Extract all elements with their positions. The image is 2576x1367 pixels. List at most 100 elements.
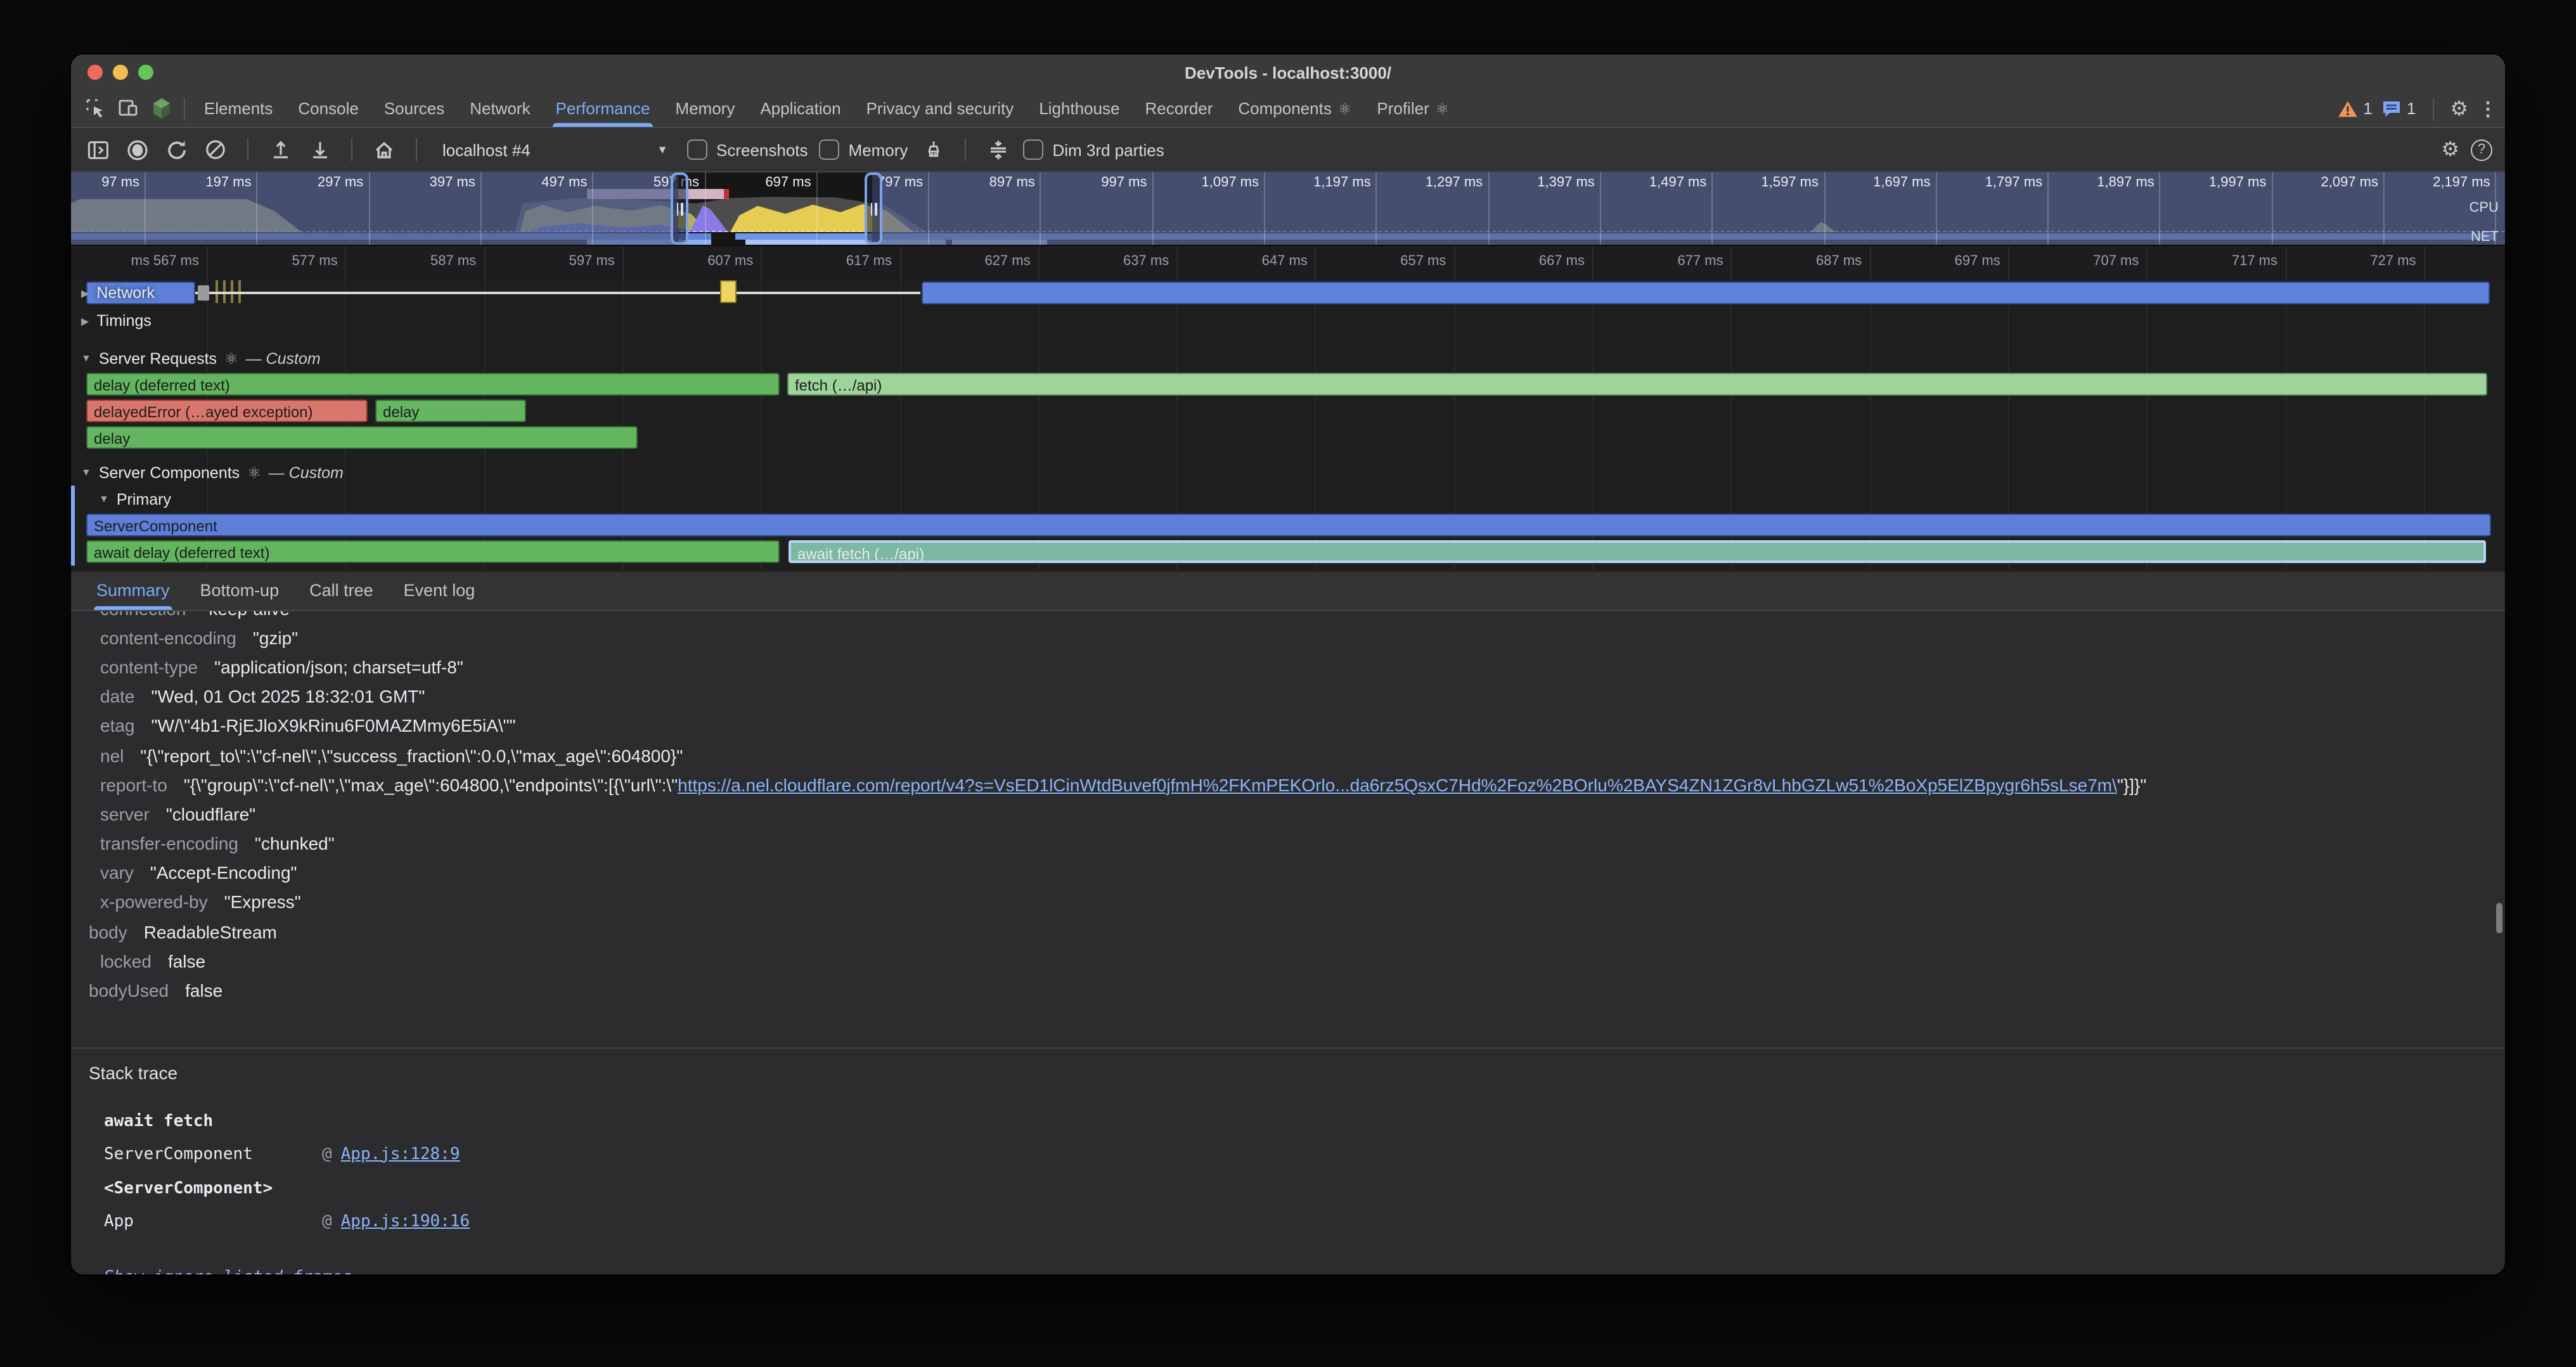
network-main-request-bar[interactable] [922, 281, 2490, 304]
tab-sources[interactable]: Sources [371, 90, 457, 127]
warnings-badge[interactable]: 1 [2338, 99, 2372, 118]
tab-console[interactable]: Console [285, 90, 371, 127]
handle-grip [870, 202, 872, 215]
tab-privacy-and-security[interactable]: Privacy and security [854, 90, 1027, 127]
settings-gear-icon[interactable]: ⚙ [2450, 96, 2468, 121]
device-toolbar-icon[interactable] [112, 94, 145, 122]
dim-3rd-parties-checkbox[interactable]: Dim 3rd parties [1023, 139, 1164, 160]
show-ignore-listed-frames-link[interactable]: Show ignore-listed frames [104, 1268, 352, 1274]
details-tab-summary[interactable]: Summary [81, 572, 185, 610]
flame-chart-row: delay (deferred text) fetch (…/api) [71, 372, 2505, 398]
timeline-tracks: ▶Network▶Timings ▼Server Requests⚛— Custo… [71, 279, 2505, 571]
shortcuts-dialog-icon[interactable] [984, 136, 1012, 164]
devtools-window: DevTools - localhost:3000/ ElementsC [71, 55, 2505, 1274]
save-profile-icon[interactable] [306, 136, 333, 164]
group-header-server-components[interactable]: ▼Server Components⚛— Custom [71, 459, 2505, 486]
home-icon[interactable] [370, 136, 398, 164]
trace-event-bar[interactable]: await delay (deferred text) [86, 540, 780, 563]
extension-gem-icon[interactable] [145, 94, 177, 122]
ruler-tick-label: 727 ms [2328, 254, 2416, 271]
tab-memory[interactable]: Memory [662, 90, 747, 127]
divider [2432, 97, 2433, 120]
details-tab-event-log[interactable]: Event log [389, 572, 491, 610]
tabbar-right-controls: 1 1 ⚙ ⋮ [2338, 96, 2497, 121]
trace-event-bar[interactable]: delay (deferred text) [86, 373, 780, 396]
header-value: "{\"group\":\"cf-nel\",\"max_age\":60480… [184, 774, 2146, 794]
network-whisker-handle[interactable] [198, 285, 209, 301]
selection-handle-left[interactable] [671, 172, 688, 245]
tab-recorder[interactable]: Recorder [1132, 90, 1225, 127]
frame-function-name: ServerComponent [104, 1145, 322, 1164]
details-tab-call-tree[interactable]: Call tree [294, 572, 389, 610]
ruler-gridline [1731, 246, 1732, 279]
load-profile-icon[interactable] [266, 136, 294, 164]
react-atom-icon: ⚛ [1338, 100, 1352, 118]
ruler-gridline [2285, 246, 2286, 279]
tab-application[interactable]: Application [747, 90, 853, 127]
trace-event-bar[interactable]: delayedError (…ayed exception) [86, 399, 368, 422]
screenshots-checkbox[interactable]: Screenshots [687, 139, 808, 160]
group-header-server-requests[interactable]: ▼Server Requests⚛— Custom [71, 345, 2505, 372]
panel-settings-gear-icon[interactable]: ⚙ [2441, 137, 2459, 162]
expand-arrow-icon[interactable]: ▼ [81, 467, 91, 478]
inspect-element-icon[interactable] [79, 94, 112, 122]
tab-label: Memory [675, 99, 735, 118]
header-value: "cloudflare" [166, 804, 255, 824]
summary-pane: connection"keep-alive"content-encoding"g… [71, 611, 2505, 1274]
sub-track-name: Primary [117, 490, 171, 508]
ruler-gridline [484, 246, 485, 279]
report-to-url-link[interactable]: https://a.nel.cloudflare.com/report/v4?s… [678, 774, 2117, 794]
react-atom-icon: ⚛ [1436, 100, 1450, 118]
collapse-arrow-icon[interactable]: ▶ [81, 287, 89, 299]
tab-network[interactable]: Network [457, 90, 543, 127]
selection-handle-right[interactable] [865, 172, 882, 245]
tab-elements[interactable]: Elements [191, 90, 285, 127]
tab-performance[interactable]: Performance [543, 90, 663, 127]
header-row-report-to: report-to"{\"group\":\"cf-nel\",\"max_ag… [71, 770, 2505, 799]
toggle-sidebar-icon[interactable] [84, 136, 112, 164]
details-tab-bottom-up[interactable]: Bottom-up [185, 572, 295, 610]
header-value: "{\"report_to\":\"cf-nel\",\"success_fra… [140, 745, 683, 765]
trace-event-bar[interactable]: ServerComponent [86, 514, 2491, 536]
overview-time-label: 97 ms [71, 175, 139, 193]
collect-garbage-icon[interactable] [919, 136, 947, 164]
scrollbar-thumb[interactable] [2496, 903, 2502, 933]
header-row-server: server"cloudflare" [71, 800, 2505, 829]
details-tab-label: Summary [96, 581, 170, 600]
record-icon[interactable] [123, 136, 151, 164]
more-options-icon[interactable]: ⋮ [2478, 97, 2497, 120]
tab-lighthouse[interactable]: Lighthouse [1026, 90, 1132, 127]
window-title: DevTools - localhost:3000/ [71, 55, 2505, 90]
overview-time-label: 1,197 ms [1254, 175, 1371, 193]
selected-track-accent [71, 539, 75, 566]
help-icon[interactable]: ? [2471, 139, 2492, 160]
network-marker[interactable] [720, 280, 737, 303]
collapse-arrow-icon[interactable]: ▶ [81, 315, 89, 327]
timeline-overview[interactable]: CPU NET 97 ms197 ms297 ms397 ms497 ms597… [71, 172, 2505, 246]
header-key: content-type [100, 657, 198, 677]
stack-frame: ServerComponent@App.js:128:9 [71, 1138, 2505, 1170]
expand-arrow-icon[interactable]: ▼ [99, 493, 109, 505]
track-header-timings[interactable]: ▶Timings [71, 307, 2505, 335]
trace-event-bar[interactable]: await fetch (…/api) [789, 540, 2486, 563]
checkbox-box [1023, 139, 1043, 160]
expand-arrow-icon[interactable]: ▼ [81, 353, 91, 364]
ruler-tick-label: 617 ms [803, 254, 892, 271]
sub-track-header-primary[interactable]: ▼ Primary [71, 486, 2505, 512]
tab-label: Network [470, 99, 530, 118]
tab-components[interactable]: Components⚛ [1225, 90, 1364, 127]
frame-source-link[interactable]: App.js:128:9 [341, 1145, 460, 1164]
ruler-tick-label: 657 ms [1357, 254, 1446, 271]
warning-count: 1 [2363, 99, 2372, 118]
record-and-reload-icon[interactable] [162, 136, 190, 164]
clear-icon[interactable] [202, 136, 229, 164]
tab-profiler[interactable]: Profiler⚛ [1364, 90, 1462, 127]
trace-event-bar[interactable]: fetch (…/api) [787, 373, 2487, 396]
trace-event-bar[interactable]: delay [375, 399, 526, 422]
profile-select[interactable]: localhost #4 ▼ [435, 134, 676, 165]
frame-source-link[interactable]: App.js:190:16 [341, 1212, 470, 1231]
issues-badge[interactable]: 1 [2383, 99, 2416, 118]
track-header-network[interactable]: ▶Network [71, 279, 2505, 307]
memory-checkbox[interactable]: Memory [820, 139, 908, 160]
trace-event-bar[interactable]: delay [86, 426, 638, 449]
